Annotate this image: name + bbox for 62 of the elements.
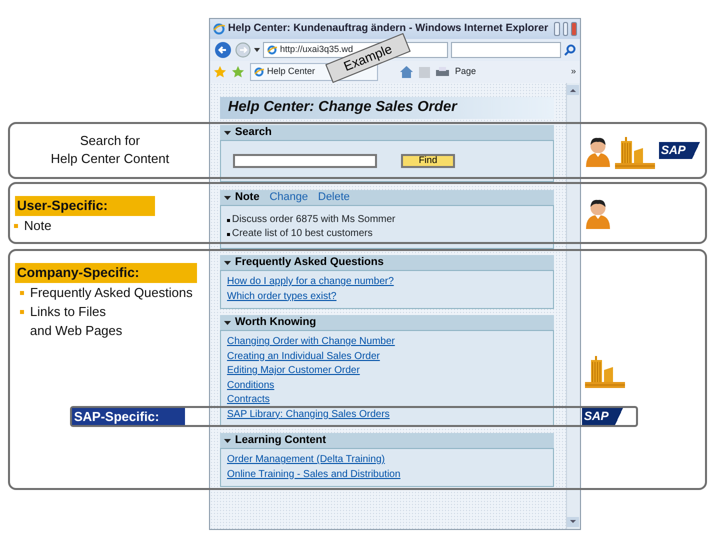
bullet-icon xyxy=(20,310,24,314)
expand-arrow-icon[interactable] xyxy=(224,196,231,200)
note-item: Discuss order 6875 with Ms Sommer xyxy=(232,213,396,227)
callout-item: Note xyxy=(24,217,52,236)
help-link[interactable]: Order Management (Delta Training) xyxy=(227,453,547,468)
section-header[interactable]: Note Change Delete xyxy=(220,190,554,205)
section-title: Worth Knowing xyxy=(235,315,316,330)
section-header[interactable]: Search xyxy=(220,125,554,140)
callout-item: Links to Files and Web Pages xyxy=(30,303,122,340)
home-icon[interactable] xyxy=(400,66,413,78)
page-menu[interactable]: Page xyxy=(455,65,476,79)
note-item: Create list of 10 best customers xyxy=(232,227,373,241)
browser-icon xyxy=(213,23,225,35)
callout-text: Search for Help Center Content xyxy=(50,132,170,168)
expand-arrow-icon[interactable] xyxy=(224,320,231,324)
section-title: Note xyxy=(235,190,260,206)
find-button[interactable]: Find xyxy=(401,154,455,168)
search-input[interactable] xyxy=(233,154,377,168)
tab-label: Help Center xyxy=(267,65,316,78)
note-action-link[interactable]: Delete xyxy=(318,189,350,206)
bullet-icon xyxy=(20,291,24,296)
bullet-icon xyxy=(227,232,230,236)
callout-item: Frequently Asked Questions xyxy=(30,284,193,302)
help-link[interactable]: Conditions xyxy=(227,378,547,393)
help-link[interactable]: Editing Major Customer Order xyxy=(227,364,547,378)
section-title: Learning Content xyxy=(235,433,326,448)
close-button[interactable] xyxy=(570,22,577,36)
back-icon[interactable] xyxy=(214,41,232,59)
help-link[interactable]: Online Training - Sales and Distribution xyxy=(227,468,547,482)
section-title: Search xyxy=(235,125,272,140)
caret-icon[interactable] xyxy=(254,48,260,52)
person-icon xyxy=(585,197,611,229)
search-icon[interactable] xyxy=(564,44,576,56)
search-field[interactable] xyxy=(451,42,561,58)
callout-heading: Company-Specific: xyxy=(15,263,197,284)
section-header[interactable]: Frequently Asked Questions xyxy=(220,255,554,270)
printer-icon[interactable] xyxy=(436,66,449,78)
callout-heading: User-Specific: xyxy=(15,196,155,216)
section-header[interactable]: Worth Knowing xyxy=(220,315,554,330)
help-link[interactable]: Creating an Individual Sales Order xyxy=(227,350,547,364)
section-header[interactable]: Learning Content xyxy=(220,433,554,448)
scrollbar[interactable] xyxy=(566,83,580,529)
help-link[interactable]: Contracts xyxy=(227,393,547,408)
callout-heading: SAP-Specific: xyxy=(72,408,185,425)
bullet-icon xyxy=(14,224,18,228)
note-action-link[interactable]: Change xyxy=(269,189,308,206)
page-icon xyxy=(267,45,277,55)
scroll-up-icon[interactable] xyxy=(567,85,579,95)
star-icon[interactable] xyxy=(214,66,226,78)
help-link[interactable]: Changing Order with Change Number xyxy=(227,335,547,350)
page-icon xyxy=(254,67,264,77)
help-link[interactable]: How do I apply for a change number? xyxy=(227,275,547,290)
section-title: Frequently Asked Questions xyxy=(235,255,384,270)
help-link[interactable]: Which order types exist? xyxy=(227,290,547,304)
bullet-icon xyxy=(227,218,230,222)
expand-arrow-icon[interactable] xyxy=(224,260,231,264)
more-button[interactable]: » xyxy=(570,65,576,79)
page-heading: Help Center: Change Sales Order xyxy=(220,97,554,119)
expand-arrow-icon[interactable] xyxy=(224,438,231,442)
expand-arrow-icon[interactable] xyxy=(224,130,231,134)
scroll-down-icon[interactable] xyxy=(567,517,579,527)
help-link[interactable]: SAP Library: Changing Sales Orders xyxy=(227,408,547,422)
